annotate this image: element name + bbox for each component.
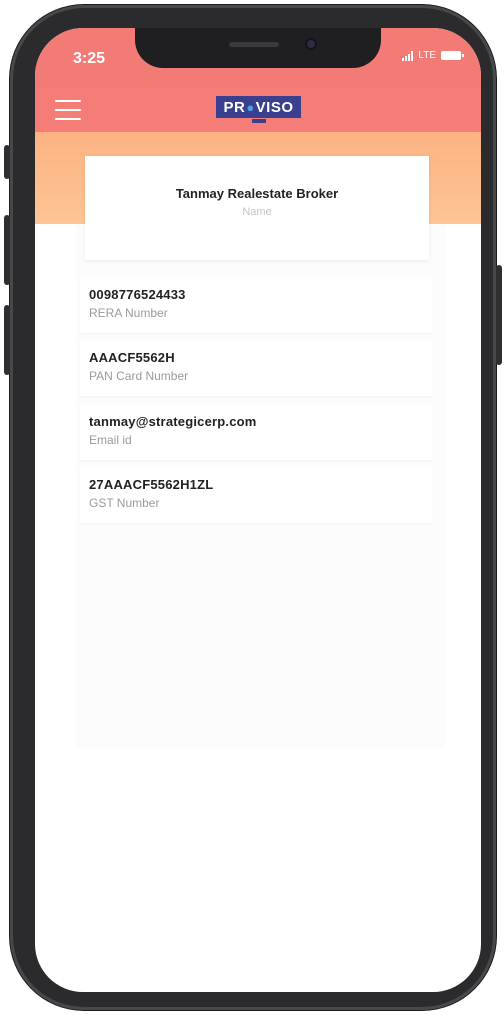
proviso-logo: PR ● VISO [216, 96, 301, 118]
email-value: tanmay@strategicerp.com [89, 414, 257, 429]
mute-switch [4, 145, 10, 179]
app-header: PR ● VISO [35, 88, 481, 132]
email-label: Email id [89, 433, 132, 447]
profile-name-caption: Name [242, 206, 272, 218]
speaker-grille [229, 42, 279, 47]
front-camera [305, 38, 317, 50]
rera-number-label: RERA Number [89, 306, 168, 320]
pan-number-item: AAACF5562H PAN Card Number [80, 340, 433, 396]
water-drop-icon: ● [246, 99, 255, 115]
power-button [496, 265, 502, 365]
gst-number-label: GST Number [89, 496, 160, 510]
hamburger-menu-icon[interactable] [55, 100, 81, 120]
profile-name-card: Tanmay Realestate Broker Name [85, 156, 429, 260]
gst-number-value: 27AAACF5562H1ZL [89, 477, 214, 492]
logo-tagline [252, 119, 266, 123]
rera-number-item: 0098776524433 RERA Number [80, 277, 433, 333]
volume-down-button [4, 305, 10, 375]
logo-text-prefix: PR [223, 98, 246, 116]
status-indicators: LTE [402, 50, 464, 61]
app-screen: 3:25 LTE PR ● VISO Tanmay Realestate Bro… [35, 28, 481, 992]
status-time: 3:25 [73, 50, 106, 67]
network-label: LTE [418, 50, 436, 61]
email-item: tanmay@strategicerp.com Email id [80, 404, 433, 460]
logo-text-suffix: VISO [255, 98, 294, 116]
battery-icon [441, 51, 464, 60]
profile-name: Tanmay Realestate Broker [175, 186, 339, 201]
notch [135, 28, 381, 68]
signal-icon [402, 50, 414, 61]
gst-number-item: 27AAACF5562H1ZL GST Number [80, 467, 433, 523]
volume-up-button [4, 215, 10, 285]
pan-number-label: PAN Card Number [89, 369, 189, 383]
rera-number-value: 0098776524433 [89, 287, 186, 302]
pan-number-value: AAACF5562H [89, 350, 175, 365]
